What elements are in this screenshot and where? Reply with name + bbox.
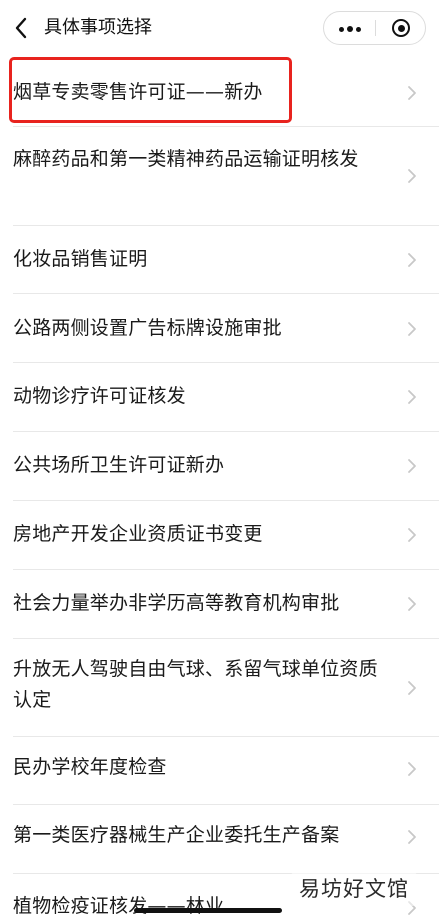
list-item-label: 民办学校年度检查 (13, 756, 167, 778)
list-item-label: 麻醉药品和第一类精神药品运输证明核发 (13, 148, 359, 170)
close-button[interactable] (376, 12, 426, 44)
page-title: 具体事项选择 (44, 17, 152, 38)
list-item-label: 社会力量举办非学历高等教育机构审批 (13, 592, 340, 614)
list-item-label: 化妆品销售证明 (13, 248, 148, 270)
list-item-8[interactable]: 升放无人驾驶自由气球、系留气球单位资质认定 (0, 639, 439, 736)
list-item-5[interactable]: 公共场所卫生许可证新办 (0, 432, 439, 500)
list-item-10[interactable]: 第一类医疗器械生产企业委托生产备案 (0, 805, 439, 873)
chevron-right-icon (408, 528, 416, 542)
list-item-9[interactable]: 民办学校年度检查 (0, 737, 439, 805)
more-dots-icon (337, 19, 362, 38)
list-item-2[interactable]: 化妆品销售证明 (0, 226, 439, 293)
list-item-6[interactable]: 房地产开发企业资质证书变更 (0, 501, 439, 569)
mini-program-capsule (323, 11, 426, 45)
list-item-3[interactable]: 公路两侧设置广告标牌设施审批 (0, 294, 439, 362)
target-close-icon (392, 19, 410, 37)
chevron-right-icon (408, 169, 416, 183)
chevron-right-icon (408, 459, 416, 473)
nav-header: 具体事项选择 (0, 0, 439, 58)
list-item-4[interactable]: 动物诊疗许可证核发 (0, 363, 439, 431)
list-item-label: 升放无人驾驶自由气球、系留气球单位资质认定 (13, 658, 378, 711)
list-item-label: 烟草专卖零售许可证——新办 (13, 81, 263, 103)
chevron-right-icon (408, 253, 416, 267)
chevron-right-icon (408, 681, 416, 695)
chevron-right-icon (408, 762, 416, 776)
list-item-label: 公路两侧设置广告标牌设施审批 (13, 317, 282, 339)
list-item-label: 公共场所卫生许可证新办 (13, 454, 225, 476)
chevron-right-icon (408, 86, 416, 100)
watermark: 易坊好文馆 (291, 872, 417, 906)
back-button[interactable] (10, 14, 32, 42)
chevron-left-icon (15, 17, 27, 39)
list-item-label: 房地产开发企业资质证书变更 (13, 523, 263, 545)
chevron-right-icon (408, 830, 416, 844)
chevron-right-icon (408, 322, 416, 336)
more-button[interactable] (324, 12, 375, 44)
list-item-7[interactable]: 社会力量举办非学历高等教育机构审批 (0, 570, 439, 638)
list-item-label: 第一类医疗器械生产企业委托生产备案 (13, 824, 340, 846)
chevron-right-icon (408, 390, 416, 404)
home-indicator[interactable] (134, 908, 282, 913)
list-item-label: 动物诊疗许可证核发 (13, 385, 186, 407)
list-item-0[interactable]: 烟草专卖零售许可证——新办 (0, 58, 439, 126)
chevron-right-icon (408, 597, 416, 611)
list-item-1[interactable]: 麻醉药品和第一类精神药品运输证明核发 (0, 127, 439, 225)
